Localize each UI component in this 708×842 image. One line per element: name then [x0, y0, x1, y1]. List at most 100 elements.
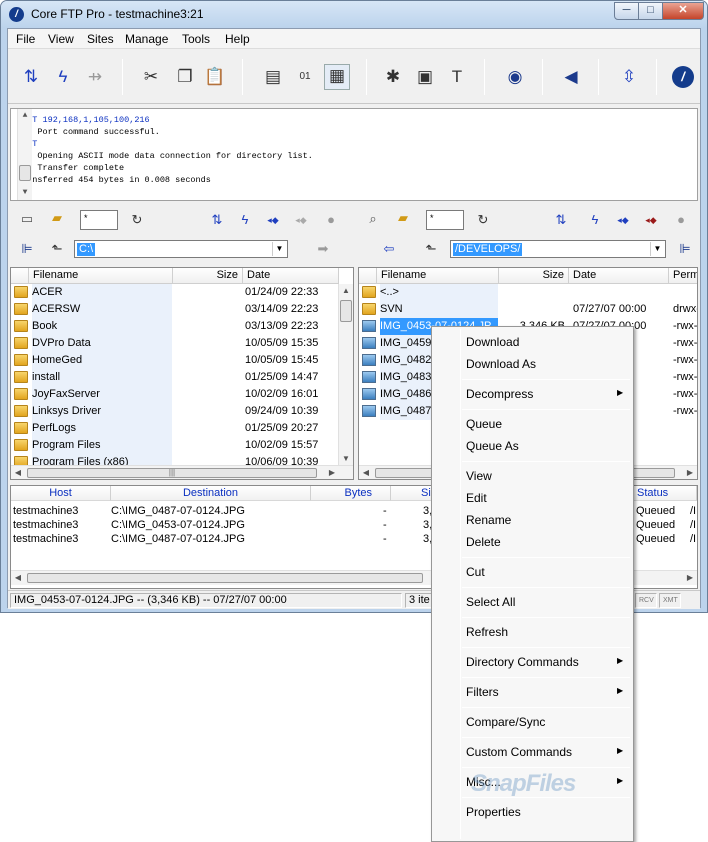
connect-icon[interactable]: ϟ — [236, 211, 254, 229]
go-arrow-icon[interactable]: ➡ — [314, 240, 332, 258]
scroll-left-arrow-icon[interactable]: ◀ — [11, 571, 25, 585]
local-horizontal-scrollbar[interactable]: ◀ ||| ▶ — [11, 465, 353, 479]
menu-item-download[interactable]: Download — [466, 335, 519, 349]
file-row[interactable]: JoyFaxServer 10/02/09 16:01 — [11, 386, 337, 403]
transfer-icon[interactable]: ⇅ — [208, 211, 226, 229]
scroll-right-arrow-icon[interactable]: ▶ — [325, 466, 339, 479]
queue-header-destination[interactable]: Destination — [111, 486, 311, 501]
local-path-combo[interactable]: C:\ ▼ — [74, 240, 288, 258]
close-button[interactable]: ✕ — [662, 2, 704, 20]
column-header-filename[interactable]: Filename — [377, 268, 499, 284]
scroll-thumb[interactable] — [340, 300, 352, 322]
queue-header-bytes[interactable]: Bytes — [311, 486, 391, 501]
connect-icon[interactable]: ϟ — [586, 211, 604, 229]
menu-item-delete[interactable]: Delete — [466, 535, 501, 549]
scroll-down-arrow-icon[interactable]: ▼ — [339, 452, 353, 466]
menu-item-select-all[interactable]: Select All — [466, 595, 515, 609]
local-filter-input[interactable]: * — [80, 210, 118, 230]
back-arrow-icon[interactable]: ⇦ — [380, 240, 398, 258]
chevron-down-icon[interactable]: ▼ — [650, 242, 664, 256]
local-vertical-scrollbar[interactable]: ▲ ▼ — [338, 284, 353, 466]
search-icon[interactable]: ⌕ — [364, 210, 382, 228]
queue-header-status[interactable]: Status — [631, 486, 697, 501]
view-icon[interactable]: ◉ — [504, 66, 526, 88]
menu-item-view[interactable]: View — [466, 469, 492, 483]
tree-icon[interactable]: ⊫ — [18, 240, 36, 258]
maximize-button[interactable]: □ — [638, 2, 663, 20]
file-row[interactable]: Book 03/13/09 22:23 — [11, 318, 337, 335]
menu-item-download-as[interactable]: Download As — [466, 357, 536, 371]
column-header-date[interactable]: Date — [243, 268, 339, 284]
transfer-icon[interactable]: ⇅ — [552, 211, 570, 229]
download-icon[interactable]: ◂◆ — [614, 211, 632, 229]
column-header-size[interactable]: Size — [499, 268, 569, 284]
copy-icon[interactable]: ❐ — [174, 66, 196, 88]
remote-filter-input[interactable]: * — [426, 210, 464, 230]
new-folder-icon[interactable]: ▰ — [394, 209, 412, 227]
sound-icon[interactable]: ◀ — [560, 66, 582, 88]
menu-item-directory-commands[interactable]: Directory Commands ▶ — [466, 655, 623, 669]
remote-path-combo[interactable]: /DEVELOPS/ ▼ — [450, 240, 666, 258]
file-row[interactable]: DVPro Data 10/05/09 15:35 — [11, 335, 337, 352]
menu-sites[interactable]: Sites — [87, 32, 114, 46]
menu-item-refresh[interactable]: Refresh — [466, 625, 508, 639]
refresh-icon[interactable]: ↻ — [128, 211, 146, 229]
column-header-size[interactable]: Size — [173, 268, 243, 284]
scroll-thumb[interactable] — [19, 165, 31, 181]
column-header-icon[interactable] — [11, 268, 29, 284]
scroll-right-arrow-icon[interactable]: ▶ — [683, 571, 697, 585]
file-row[interactable]: <..> — [359, 284, 697, 301]
file-row[interactable]: Program Files 10/02/09 15:57 — [11, 437, 337, 454]
scroll-up-arrow-icon[interactable]: ▲ — [18, 109, 32, 123]
cut-icon[interactable]: ✂ — [140, 66, 162, 88]
menu-item-custom-commands[interactable]: Custom Commands ▶ — [466, 745, 623, 759]
sync-icon[interactable]: ⇳ — [618, 66, 640, 88]
scroll-up-arrow-icon[interactable]: ▲ — [339, 284, 353, 298]
upload-icon[interactable]: ◂◆ — [642, 211, 660, 229]
connect-icon[interactable]: ϟ — [52, 66, 74, 88]
menu-item-rename[interactable]: Rename — [466, 513, 511, 527]
disconnect-icon[interactable]: ⇸ — [84, 66, 106, 88]
file-row[interactable]: ACER 01/24/09 22:33 — [11, 284, 337, 301]
new-folder-icon[interactable]: ▰ — [48, 209, 66, 227]
menu-item-decompress[interactable]: Decompress ▶ — [466, 387, 623, 401]
menu-item-queue-as[interactable]: Queue As — [466, 439, 519, 453]
scroll-thumb[interactable] — [27, 573, 423, 583]
transfer-arrows-icon[interactable]: ⇅ — [20, 66, 42, 88]
title-bar[interactable]: / Core FTP Pro - testmachine3:21 ─ □ ✕ — [1, 1, 707, 28]
queue-header-host[interactable]: Host — [11, 486, 111, 501]
log-scrollbar[interactable]: ▲ ▼ — [17, 109, 32, 200]
file-row[interactable]: Linksys Driver 09/24/09 10:39 — [11, 403, 337, 420]
column-header-date[interactable]: Date — [569, 268, 669, 284]
file-row[interactable]: SVN 07/27/07 00:00 drwx-- — [359, 301, 697, 318]
quick-connect-icon[interactable]: T — [446, 66, 468, 88]
column-header-perm[interactable]: Perm — [669, 268, 697, 284]
menu-item-filters[interactable]: Filters ▶ — [466, 685, 623, 699]
file-row[interactable]: PerfLogs 01/25/09 20:27 — [11, 420, 337, 437]
text-mode-icon[interactable]: ▤ — [262, 66, 284, 88]
up-folder-icon[interactable]: ⬑ — [422, 240, 440, 258]
scroll-right-arrow-icon[interactable]: ▶ — [683, 466, 697, 479]
site-manager-icon[interactable]: ▣ — [414, 66, 436, 88]
scroll-left-arrow-icon[interactable]: ◀ — [11, 466, 25, 479]
settings-icon[interactable]: ✱ — [382, 66, 404, 88]
scroll-down-arrow-icon[interactable]: ▼ — [18, 186, 32, 200]
up-folder-icon[interactable]: ⬑ — [48, 240, 66, 258]
column-header-filename[interactable]: Filename — [29, 268, 173, 284]
menu-item-cut[interactable]: Cut — [466, 565, 485, 579]
about-icon[interactable]: / — [672, 66, 694, 88]
chevron-down-icon[interactable]: ▼ — [272, 242, 286, 256]
auto-mode-icon[interactable]: ▦ — [324, 64, 350, 90]
menu-manage[interactable]: Manage — [125, 32, 168, 46]
menu-file[interactable]: File — [16, 32, 35, 46]
paste-icon[interactable]: 📋 — [204, 66, 226, 88]
file-row[interactable]: HomeGed 10/05/09 15:45 — [11, 352, 337, 369]
binary-mode-icon[interactable]: 01 — [294, 66, 316, 88]
menu-item-queue[interactable]: Queue — [466, 417, 502, 431]
tree-icon[interactable]: ⊫ — [676, 240, 694, 258]
refresh-icon[interactable]: ↻ — [474, 211, 492, 229]
upload-icon[interactable]: ◂◆ — [264, 211, 282, 229]
menu-view[interactable]: View — [48, 32, 74, 46]
menu-tools[interactable]: Tools — [182, 32, 210, 46]
scroll-left-arrow-icon[interactable]: ◀ — [359, 466, 373, 479]
